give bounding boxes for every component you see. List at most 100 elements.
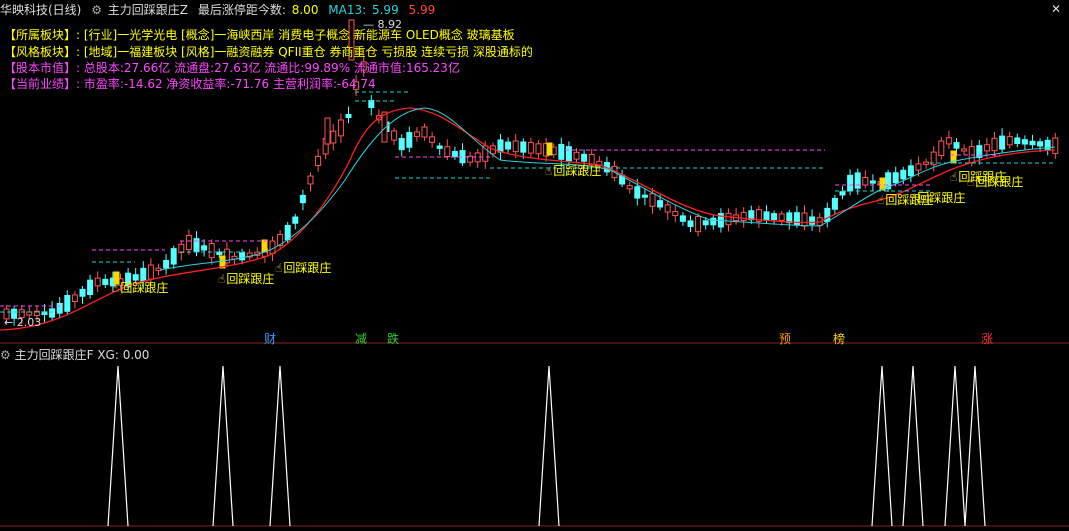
candle-body bbox=[862, 177, 869, 186]
candle-body bbox=[147, 264, 154, 280]
candle-body bbox=[839, 191, 846, 196]
signal-label: ☝回踩跟庄 bbox=[112, 279, 168, 296]
candle-body bbox=[208, 243, 215, 259]
xg-value: 0.00 bbox=[122, 348, 150, 362]
signal-label: ☝回踩跟庄 bbox=[967, 173, 1023, 190]
candle-body bbox=[702, 220, 709, 226]
candle-body bbox=[771, 213, 778, 221]
ma-long-line bbox=[0, 107, 1056, 331]
candle-body bbox=[892, 172, 899, 184]
lower-indicator-name[interactable]: 主力回踩跟庄F bbox=[15, 348, 94, 362]
event-marker-earnings[interactable]: 财 bbox=[262, 330, 278, 347]
candle-body bbox=[558, 143, 565, 160]
signal-label: ☝回踩跟庄 bbox=[275, 259, 331, 276]
event-marker-ranking[interactable]: 榜 bbox=[831, 330, 847, 347]
pointing-hand-icon: ☝ bbox=[218, 272, 226, 286]
moving-average-lines bbox=[0, 107, 1056, 331]
event-text: 减 bbox=[355, 332, 368, 346]
info-line-style: 【风格板块】: [地域]一福建板块 [风格]一融资融券 QFII重仓 券商重仓 … bbox=[4, 43, 533, 60]
indicator-name[interactable]: 主力回踩跟庄Z bbox=[108, 3, 188, 17]
event-marker-rise[interactable]: 涨 bbox=[979, 330, 995, 347]
event-text: 榜 bbox=[833, 332, 846, 346]
info-line-capital: 【股本市值】: 总股本:27.66亿 流通盘:27.63亿 流通比:99.89%… bbox=[4, 59, 460, 76]
candle-body bbox=[869, 180, 876, 184]
event-marker-fall[interactable]: 跌 bbox=[385, 330, 401, 347]
xg-spike bbox=[107, 365, 129, 527]
candle-body bbox=[687, 220, 694, 227]
candle-body bbox=[512, 140, 519, 153]
candle-body bbox=[185, 234, 192, 251]
signal-label: ☝回踩跟庄 bbox=[909, 189, 965, 206]
high-price-label: — 8.92 bbox=[363, 18, 402, 31]
candle-body bbox=[786, 212, 793, 224]
candle-body bbox=[664, 204, 671, 213]
event-text: 跌 bbox=[387, 332, 400, 346]
close-icon[interactable]: ✕ bbox=[1051, 2, 1061, 16]
candle-body bbox=[778, 213, 785, 221]
highlight-candle bbox=[261, 239, 268, 253]
info-text: [行业]一光学光电 [概念]一海峡西岸 消费电子概念 新能源车 OLED概念 玻… bbox=[83, 28, 515, 42]
pointing-hand-icon: ☝ bbox=[950, 170, 958, 184]
candle-body bbox=[573, 151, 580, 160]
stock-name[interactable]: 华映科技(日线) bbox=[0, 3, 81, 17]
candle-body bbox=[413, 131, 420, 137]
event-marker-forecast[interactable]: 预 bbox=[777, 330, 793, 347]
candle-body bbox=[907, 165, 914, 177]
info-label: 【风格板块】: bbox=[4, 45, 81, 59]
candle-body bbox=[337, 119, 344, 137]
pointing-hand-icon: ☝ bbox=[877, 193, 885, 207]
candle-body bbox=[900, 169, 907, 180]
event-marker-reduce[interactable]: 减 bbox=[353, 330, 369, 347]
candle-body bbox=[634, 186, 641, 199]
candle-body bbox=[953, 142, 960, 149]
candle-body bbox=[740, 211, 747, 221]
settings-icon[interactable]: ⚙ bbox=[91, 3, 102, 17]
candle-body bbox=[581, 153, 588, 162]
signal-text: 回踩跟庄 bbox=[917, 191, 966, 205]
candle-body bbox=[649, 193, 656, 207]
candle-body bbox=[49, 308, 56, 318]
low-price-value: 2.03 bbox=[16, 316, 42, 329]
event-text: 财 bbox=[264, 332, 277, 346]
signal-text: 回踩跟庄 bbox=[226, 272, 275, 286]
low-price-label: ← 2.03 bbox=[4, 316, 42, 329]
candle-body bbox=[1029, 140, 1036, 146]
candle-body bbox=[451, 151, 458, 158]
candle-body bbox=[178, 243, 185, 254]
xg-spike bbox=[871, 365, 893, 527]
candle-body bbox=[505, 141, 512, 150]
info-label: 【当前业绩】: bbox=[4, 77, 81, 91]
candle-body bbox=[94, 277, 101, 287]
candle-body bbox=[801, 212, 808, 227]
candle-body bbox=[497, 139, 504, 153]
candle-body bbox=[1052, 137, 1059, 154]
candle-body bbox=[444, 146, 451, 157]
chart-header: 华映科技(日线) ⚙ 主力回踩跟庄Z 最后涨停距今数: 8.00 MA13: 5… bbox=[0, 1, 441, 18]
candle-body bbox=[398, 137, 405, 151]
candle-body bbox=[1021, 139, 1028, 145]
candle-body bbox=[201, 245, 208, 251]
candle-body bbox=[626, 185, 633, 190]
xg-spike bbox=[964, 365, 986, 527]
candle-body bbox=[1006, 136, 1013, 146]
candle-body bbox=[961, 148, 968, 152]
candle-body bbox=[102, 278, 109, 286]
candle-body bbox=[163, 260, 170, 269]
candle-body bbox=[809, 216, 816, 225]
candle-body bbox=[79, 288, 86, 297]
signal-text: 回踩跟庄 bbox=[120, 281, 169, 295]
candle-body bbox=[725, 212, 732, 226]
xg-spike bbox=[538, 365, 560, 527]
candle-body bbox=[64, 294, 71, 312]
candle-body bbox=[56, 302, 63, 314]
xg-spike bbox=[269, 365, 291, 527]
settings-icon[interactable]: ⚙ bbox=[0, 348, 11, 362]
candle-body bbox=[292, 216, 299, 224]
candle-body bbox=[1037, 141, 1044, 147]
pointing-hand-icon: ☝ bbox=[967, 175, 975, 189]
candle-body bbox=[324, 117, 331, 145]
signal-text: 回踩跟庄 bbox=[283, 261, 332, 275]
pointing-hand-icon: ☝ bbox=[275, 261, 283, 275]
candle-body bbox=[1014, 137, 1021, 144]
event-text: 涨 bbox=[981, 332, 994, 346]
